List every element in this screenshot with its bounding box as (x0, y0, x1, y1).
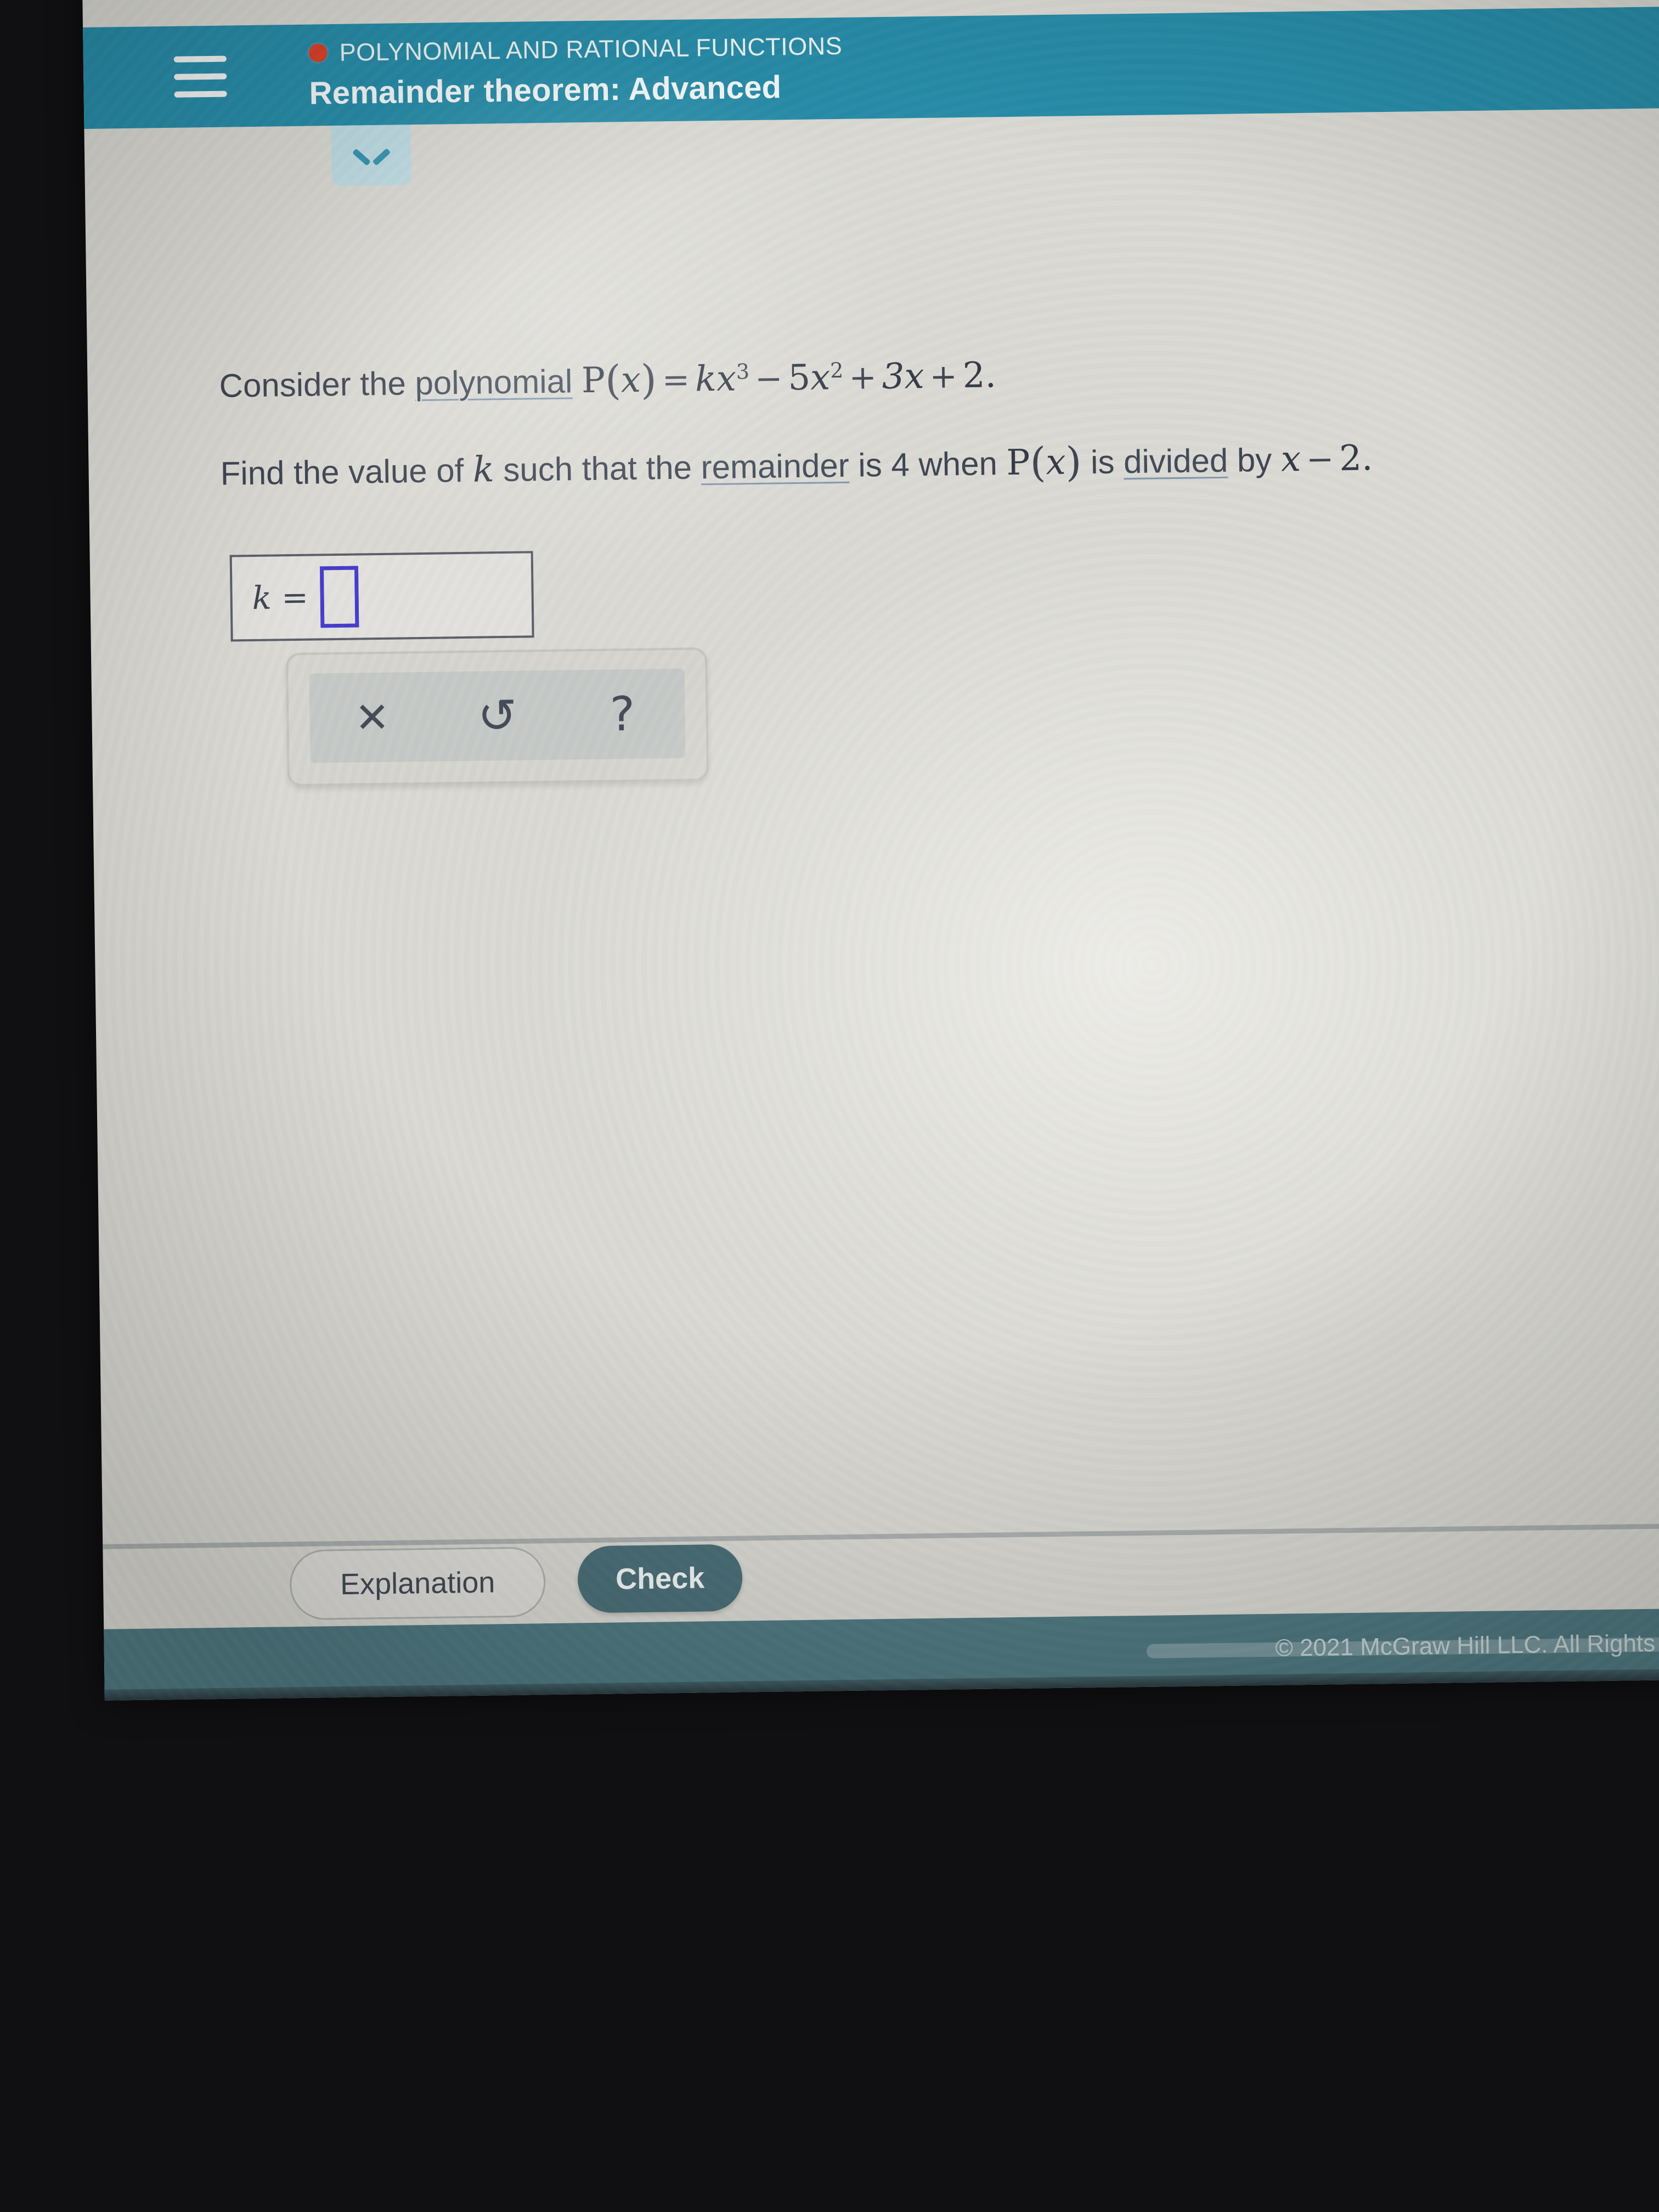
math-minus-1: − (754, 359, 783, 399)
math-var-x1: x (716, 358, 737, 399)
app-header: POLYNOMIAL AND RATIONAL FUNCTIONS Remain… (83, 5, 1659, 129)
math-divisor-var: x (1280, 439, 1301, 480)
math-coef-k: k (695, 358, 717, 400)
stmt2-seg5: by (1227, 441, 1282, 479)
topic-kicker: POLYNOMIAL AND RATIONAL FUNCTIONS (308, 31, 843, 67)
math-period-1: . (985, 355, 997, 396)
hamburger-bar (174, 91, 227, 98)
math-open-paren-2: ( (1030, 439, 1047, 487)
help-icon[interactable]: ? (559, 669, 685, 760)
math-constant-2: 2 (962, 355, 985, 397)
math-var-k: k (472, 449, 495, 490)
clear-icon[interactable]: ✕ (309, 672, 435, 763)
answer-placeholder-slot[interactable] (320, 566, 359, 628)
problem-statement-line-1: Consider the polynomial P(x) = kx3−5x2 +3x +… (219, 350, 996, 411)
glossary-link-remainder[interactable]: remainder (701, 447, 849, 486)
copyright-text: © 2021 McGraw Hill LLC. All Rights Reser… (1275, 1628, 1659, 1662)
answer-input[interactable]: k = (229, 551, 534, 642)
math-equals: = (662, 360, 690, 400)
math-exponent-2: 2 (830, 358, 844, 383)
undo-icon[interactable]: ↺ (434, 670, 560, 761)
problem-statement-line-2: Find the value of k such that the remain… (220, 433, 1373, 499)
stmt2-seg2: such that the (494, 449, 702, 489)
collapse-panel-button[interactable] (331, 125, 411, 187)
hamburger-bar (173, 55, 227, 63)
math-var-x2: x (810, 357, 831, 398)
math-exponent-3: 3 (736, 359, 750, 384)
math-close-paren: ) (640, 356, 657, 404)
math-divisor-minus: − (1306, 440, 1334, 479)
math-fn-P-2: P (1006, 442, 1031, 484)
math-term-3x: 3x (882, 356, 924, 397)
math-open-paren: ( (605, 357, 622, 404)
glossary-link-divided[interactable]: divided (1124, 442, 1228, 480)
stmt2-seg3: is 4 when (849, 445, 1007, 484)
stmt2-seg4: is (1081, 443, 1124, 481)
math-fn-P: P (581, 360, 606, 402)
screen-surface: POLYNOMIAL AND RATIONAL FUNCTIONS Remain… (82, 0, 1659, 1701)
math-toolbar: ✕ ↺ ? (286, 647, 709, 787)
math-toolbar-inner: ✕ ↺ ? (309, 668, 686, 763)
math-close-paren-2: ) (1065, 438, 1082, 486)
topic-name: POLYNOMIAL AND RATIONAL FUNCTIONS (339, 31, 843, 66)
explanation-button[interactable]: Explanation (289, 1547, 546, 1621)
math-arg-x: x (620, 359, 641, 401)
check-button[interactable]: Check (577, 1544, 743, 1613)
chevron-down-icon (356, 147, 386, 164)
math-divisor-number: 2 (1339, 438, 1362, 479)
stmt-prefix: Consider the (219, 365, 415, 404)
answer-label-k: k = (252, 578, 309, 617)
page-title: Remainder theorem: Advanced (309, 69, 782, 111)
math-period-2: . (1361, 438, 1373, 479)
math-coef-5: 5 (787, 357, 811, 399)
problem-content: Consider the polynomial P(x) = kx3−5x2 +3x +… (84, 108, 1659, 1553)
math-plus-2: + (929, 357, 958, 396)
photo-of-screen: POLYNOMIAL AND RATIONAL FUNCTIONS Remain… (0, 0, 1659, 2212)
math-arg-x-2: x (1045, 442, 1066, 483)
hamburger-bar (174, 73, 227, 80)
hamburger-menu-icon[interactable] (173, 55, 227, 98)
stmt2-seg1: Find the value of (220, 452, 473, 492)
math-plus-1: + (848, 358, 877, 397)
status-dot-icon (308, 43, 328, 63)
glossary-link-polynomial[interactable]: polynomial (415, 363, 573, 402)
header-title-block: POLYNOMIAL AND RATIONAL FUNCTIONS Remain… (308, 32, 843, 112)
